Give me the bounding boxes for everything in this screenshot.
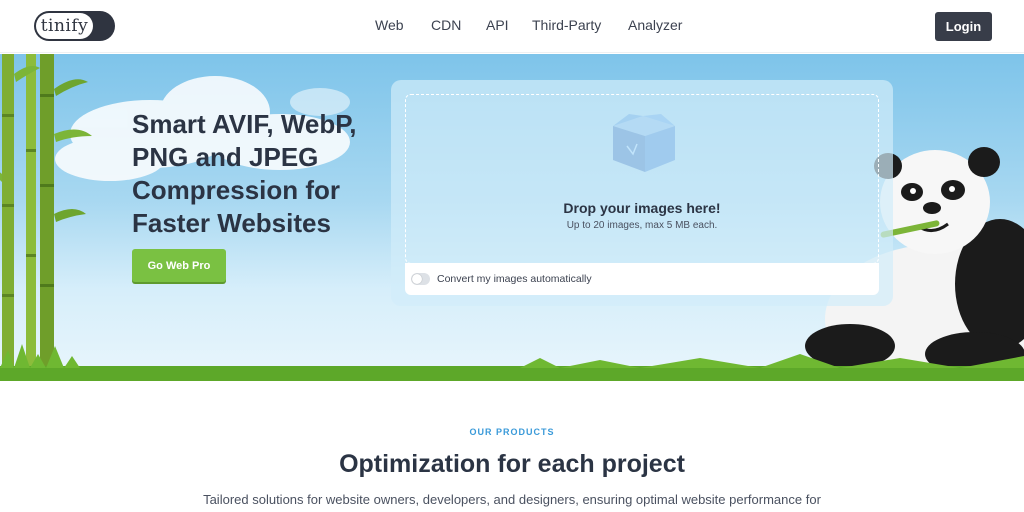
products-eyebrow: OUR PRODUCTS <box>469 427 555 437</box>
go-web-pro-button[interactable]: Go Web Pro <box>132 249 226 282</box>
convert-toggle-label: Convert my images automatically <box>437 273 592 285</box>
nav-cdn[interactable]: CDN <box>431 17 461 33</box>
site-header: tinify Web CDN API Third-Party Analyzer … <box>0 0 1024 53</box>
toggle-knob <box>412 274 422 284</box>
main-nav: Web CDN API Third-Party Analyzer <box>0 17 1024 37</box>
convert-toggle[interactable] <box>411 273 430 285</box>
drop-title: Drop your images here! <box>563 200 721 216</box>
nav-third-party[interactable]: Third-Party <box>532 17 601 33</box>
hero-section: Smart AVIF, WebP, PNG and JPEG Compressi… <box>0 54 1024 381</box>
nav-api[interactable]: API <box>486 17 509 33</box>
products-title: Optimization for each project <box>339 450 685 478</box>
products-description: Tailored solutions for website owners, d… <box>203 492 821 507</box>
nav-analyzer[interactable]: Analyzer <box>628 17 682 33</box>
drop-subtitle: Up to 20 images, max 5 MB each. <box>566 220 718 231</box>
login-button[interactable]: Login <box>935 12 992 41</box>
image-drop-zone[interactable] <box>405 94 879 264</box>
nav-web[interactable]: Web <box>375 17 404 33</box>
hero-headline: Smart AVIF, WebP, PNG and JPEG Compressi… <box>132 109 357 238</box>
bamboo-illustration <box>0 54 92 381</box>
